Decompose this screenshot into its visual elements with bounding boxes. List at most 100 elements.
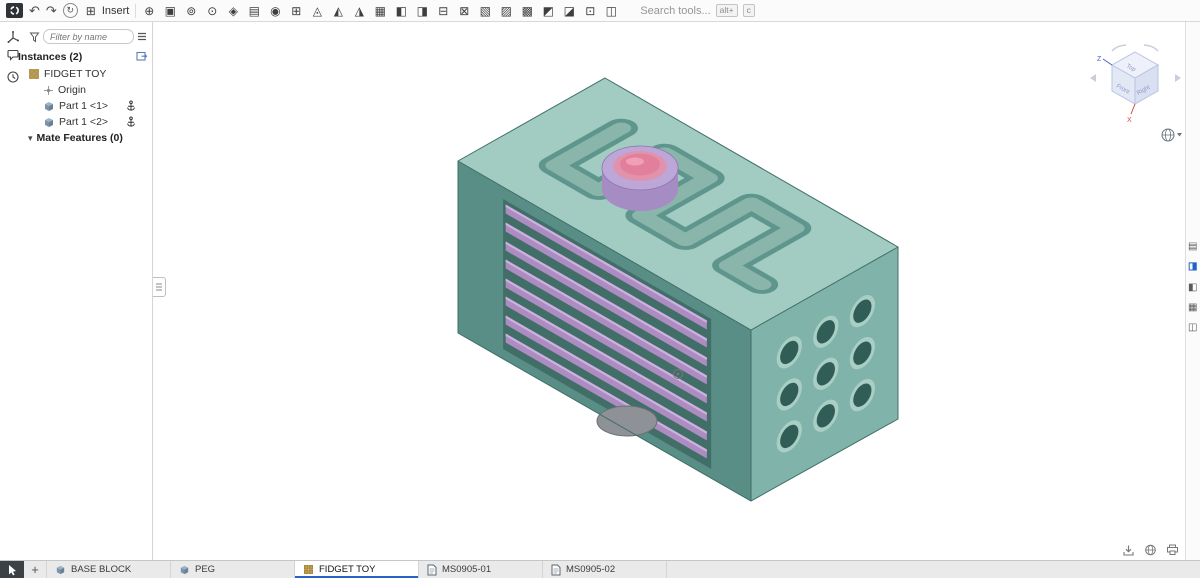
perspective-view-button[interactable] [1162, 129, 1182, 141]
explode-view-icon[interactable]: ◬ [310, 5, 324, 17]
tree-item-assembly[interactable]: FIDGET TOY [0, 66, 152, 82]
tab-label: PEG [195, 564, 215, 575]
mate-icon[interactable]: ⊕ [142, 5, 156, 17]
circular-pattern-icon[interactable]: ◉ [268, 5, 282, 17]
instances-panel-icon[interactable] [6, 30, 20, 44]
filter-funnel-icon [29, 31, 40, 43]
frame-icon[interactable]: ▨ [499, 5, 513, 17]
snap-mode-icon[interactable]: ⊙ [205, 5, 219, 17]
assembly-3d-viewport[interactable]: Top Front Right Z X [153, 22, 1185, 560]
mate-features-header-row[interactable]: ▾ Mate Features (0) [0, 130, 152, 146]
document-tab-bar: + BASE BLOCK PEG FIDGE [0, 560, 1200, 578]
fixed-anchor-icon[interactable] [126, 100, 136, 112]
tree-item-origin[interactable]: Origin [0, 82, 152, 98]
configuration-panel-icon[interactable]: ◨ [1188, 262, 1197, 272]
insert-part-icon[interactable]: ◈ [226, 5, 240, 17]
tab-ms0905-02[interactable]: MS0905-02 [543, 561, 667, 578]
configurations-icon[interactable]: ⊡ [583, 5, 597, 17]
rotate-cw-arrow-icon[interactable] [1144, 45, 1158, 51]
mate-relation-icon[interactable]: ⊚ [184, 5, 198, 17]
custom-tables-panel-icon[interactable]: ▦ [1188, 303, 1197, 313]
panel-resize-handle[interactable] [152, 277, 166, 297]
insert-button[interactable]: ⊞ Insert [84, 5, 130, 17]
spotlight-icon[interactable]: ◪ [562, 5, 576, 17]
undo-button[interactable]: ↶ [29, 4, 40, 17]
search-shortcut-alt-key: alt+ [716, 4, 738, 17]
tree-item-part-1[interactable]: Part 1 <1> [0, 98, 152, 114]
part-tab-icon [55, 564, 66, 575]
download-icon[interactable] [1122, 544, 1135, 556]
chevron-down-icon[interactable]: ▾ [28, 133, 33, 144]
chevron-down-icon [1177, 133, 1182, 137]
instances-panel: Instances (2) FIDGET TOY O [0, 22, 153, 560]
cursor-icon [7, 564, 18, 576]
instances-header: Instances (2) [18, 51, 82, 63]
section-view-icon[interactable]: ◨ [415, 5, 429, 17]
insert-label: Insert [102, 5, 130, 17]
interference-check-icon[interactable]: ▧ [478, 5, 492, 17]
search-shortcut-c-key: c [743, 4, 755, 17]
globe-icon[interactable] [1144, 544, 1157, 556]
tab-label: FIDGET TOY [319, 564, 376, 575]
tree-item-part-2[interactable]: Part 1 <2> [0, 114, 152, 130]
rollback-button[interactable]: ↻ [63, 3, 78, 18]
tab-ms0905-01[interactable]: MS0905-01 [419, 561, 543, 578]
mass-properties-icon[interactable]: ⊠ [457, 5, 471, 17]
part-icon [43, 116, 55, 128]
filter-by-name-input[interactable] [43, 29, 134, 44]
panel-options-icon[interactable] [136, 51, 148, 62]
right-panel-rail: ▤ ◨ ◧ ▦ ◫ [1185, 22, 1200, 560]
rotate-left-arrow-icon[interactable] [1090, 74, 1096, 82]
bom-panel-icon[interactable]: ▤ [1188, 242, 1197, 252]
mate-features-header: Mate Features (0) [37, 132, 123, 144]
filter-row [29, 29, 147, 44]
fidget-toy-model[interactable] [153, 22, 1185, 560]
toolbar-separator [135, 4, 136, 18]
add-tab-button[interactable]: + [24, 561, 47, 578]
origin-icon [43, 85, 54, 96]
measure-icon[interactable]: ⊟ [436, 5, 450, 17]
appearance-panel-icon[interactable]: ◧ [1188, 283, 1197, 293]
onshape-logo-icon[interactable] [6, 3, 23, 18]
drawing-tab-icon [551, 564, 561, 576]
appearance-icon[interactable]: ◧ [394, 5, 408, 17]
tab-fidget-toy[interactable]: FIDGET TOY [295, 561, 419, 578]
properties-panel-icon[interactable]: ◫ [1188, 323, 1197, 333]
z-axis-label: Z [1097, 56, 1102, 63]
fixed-anchor-wrap [126, 100, 136, 112]
assembly-tool-strip: ⊕ ▣ ⊚ ⊙ ◈ ▤ ◉ ⊞ ◬ ◭ ◮ ▦ ◧ ◨ ⊟ ⊠ ▧ ▨ ▩ ◩ … [142, 5, 618, 17]
insert-icon: ⊞ [84, 5, 98, 17]
view-cube[interactable]: Top Front Right Z X [1088, 38, 1183, 148]
assembly-tab-icon [303, 564, 314, 575]
replicate-icon[interactable]: ⊞ [289, 5, 303, 17]
tab-label: BASE BLOCK [71, 564, 131, 575]
filter-options-icon[interactable] [137, 32, 147, 41]
display-states-icon[interactable]: ◮ [352, 5, 366, 17]
redo-button[interactable]: ↷ [46, 4, 57, 17]
peg-knob[interactable] [602, 146, 678, 211]
named-positions-icon[interactable]: ◭ [331, 5, 345, 17]
linear-pattern-icon[interactable]: ▤ [247, 5, 261, 17]
gray-peg[interactable] [597, 406, 657, 436]
tab-manager-button[interactable] [0, 561, 24, 578]
hole-icon[interactable]: ◩ [541, 5, 555, 17]
rotate-ccw-arrow-icon[interactable] [1112, 45, 1126, 51]
bom-table-icon[interactable]: ▦ [373, 5, 387, 17]
fixed-anchor-wrap [126, 116, 136, 128]
fixed-anchor-icon[interactable] [126, 116, 136, 128]
search-tools-button[interactable]: Search tools... alt+ c [640, 4, 755, 17]
sheet-metal-icon[interactable]: ▩ [520, 5, 534, 17]
group-icon[interactable]: ▣ [163, 5, 177, 17]
tab-label: MS0905-02 [566, 564, 615, 575]
custom-tables-icon[interactable]: ◫ [604, 5, 618, 17]
tab-base-block[interactable]: BASE BLOCK [47, 561, 171, 578]
instance-tree: FIDGET TOY Origin Part 1 <1> [0, 66, 152, 146]
print-icon[interactable] [1166, 544, 1179, 556]
x-axis-label: X [1127, 117, 1132, 124]
z-axis-line [1103, 59, 1112, 65]
part-icon [43, 100, 55, 112]
part-instance-label: Part 1 <2> [59, 116, 108, 128]
rotate-right-arrow-icon[interactable] [1175, 74, 1181, 82]
onshape-app: ↶ ↷ ↻ ⊞ Insert ⊕ ▣ ⊚ ⊙ ◈ ▤ ◉ ⊞ ◬ ◭ ◮ ▦ ◧… [0, 0, 1200, 578]
tab-peg[interactable]: PEG [171, 561, 295, 578]
